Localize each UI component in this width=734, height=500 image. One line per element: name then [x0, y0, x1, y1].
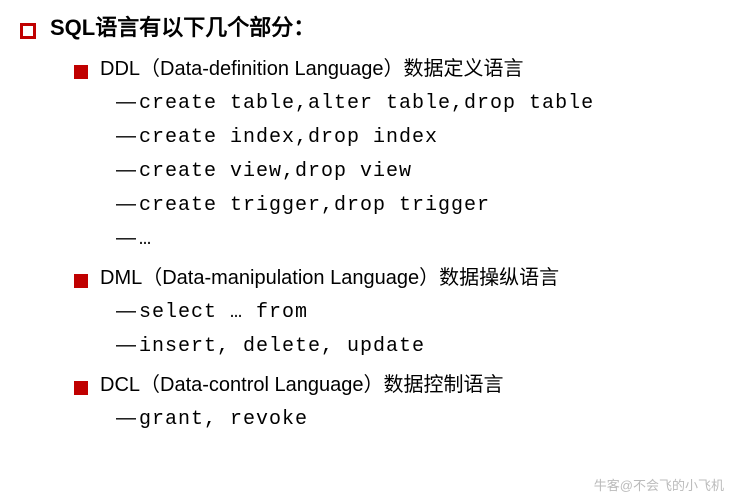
watermark: 牛客@不会飞的小飞机 [594, 475, 724, 494]
list-item: —create index,drop index [116, 125, 714, 149]
square-solid-icon [74, 381, 88, 395]
item-text: … [139, 228, 152, 251]
list-item: —insert, delete, update [116, 334, 714, 358]
dash-icon: — [116, 334, 137, 357]
dash-icon: — [116, 125, 137, 148]
list-item: —create trigger,drop trigger [116, 193, 714, 217]
square-outline-icon [20, 23, 36, 39]
list-item: —create table,alter table,drop table [116, 91, 714, 115]
section-heading: DML（Data-manipulation Language）数据操纵语言 [74, 261, 714, 290]
item-text: select … from [139, 301, 308, 324]
dash-icon: — [116, 300, 137, 323]
section-heading-text: DCL（Data-control Language）数据控制语言 [100, 368, 504, 397]
item-text: create table,alter table,drop table [139, 92, 594, 115]
dash-icon: — [116, 227, 137, 250]
item-text: grant, revoke [139, 408, 308, 431]
dash-icon: — [116, 407, 137, 430]
item-text: create view,drop view [139, 160, 412, 183]
dash-icon: — [116, 159, 137, 182]
item-text: insert, delete, update [139, 335, 425, 358]
dash-icon: — [116, 193, 137, 216]
item-text: create trigger,drop trigger [139, 194, 490, 217]
section-heading: DCL（Data-control Language）数据控制语言 [74, 368, 714, 397]
list-item: —create view,drop view [116, 159, 714, 183]
section-heading-text: DML（Data-manipulation Language）数据操纵语言 [100, 261, 559, 290]
square-solid-icon [74, 65, 88, 79]
title-row: SQL语言有以下几个部分： [20, 10, 714, 42]
section-heading-text: DDL（Data-definition Language）数据定义语言 [100, 52, 524, 81]
list-item: —… [116, 227, 714, 251]
section-heading: DDL（Data-definition Language）数据定义语言 [74, 52, 714, 81]
list-item: —grant, revoke [116, 407, 714, 431]
list-item: —select … from [116, 300, 714, 324]
item-text: create index,drop index [139, 126, 438, 149]
page-title: SQL语言有以下几个部分： [50, 10, 315, 42]
dash-icon: — [116, 91, 137, 114]
square-solid-icon [74, 274, 88, 288]
